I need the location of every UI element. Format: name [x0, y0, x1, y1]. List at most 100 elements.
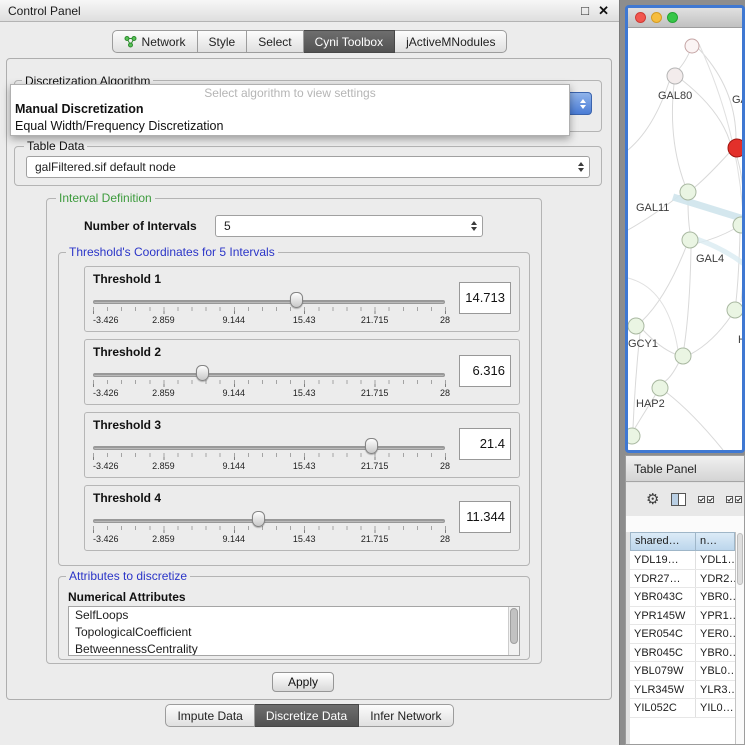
network-edge[interactable]	[673, 197, 742, 219]
slider-thumb[interactable]	[290, 292, 303, 308]
table-row[interactable]: YBR043CYBR0…	[630, 588, 735, 607]
slider-minor-ticks	[93, 380, 447, 384]
table-cell[interactable]: YDR27…	[630, 570, 696, 588]
tab-jactivemnodules[interactable]: jActiveMNodules	[395, 30, 507, 53]
column-header-shared-name[interactable]: shared…	[630, 532, 696, 551]
table-cell[interactable]: YBL0…	[696, 662, 735, 680]
gear-icon[interactable]: ⚙	[646, 492, 659, 507]
network-node[interactable]	[727, 302, 742, 318]
network-node[interactable]	[728, 139, 742, 157]
table-row[interactable]: YDL19…YDL1…	[630, 551, 735, 570]
tab-discretize-data[interactable]: Discretize Data	[255, 704, 359, 727]
table-scrollbar[interactable]	[735, 532, 744, 744]
dropdown-option-equal-width-frequency[interactable]: Equal Width/Frequency Discretization	[11, 118, 569, 135]
float-window-icon[interactable]: □	[581, 3, 589, 18]
scrollbar-thumb[interactable]	[737, 533, 743, 585]
network-edge[interactable]	[698, 48, 736, 139]
tab-select[interactable]: Select	[247, 30, 303, 53]
network-edge[interactable]	[664, 362, 679, 382]
network-node[interactable]	[667, 68, 683, 84]
table-cell[interactable]: YLR345W	[630, 681, 696, 699]
table-cell[interactable]: YDR2…	[696, 570, 735, 588]
attribute-list-item[interactable]: TopologicalCoefficient	[69, 624, 519, 641]
tab-infer-network[interactable]: Infer Network	[359, 704, 453, 727]
table-panel-spacer	[626, 516, 744, 532]
network-node[interactable]	[682, 232, 698, 248]
number-of-intervals-combobox[interactable]: 5	[215, 215, 483, 237]
network-node[interactable]	[680, 184, 696, 200]
slider-thumb[interactable]	[196, 365, 209, 381]
threshold-4-panel: Threshold 4 -3.4262.8599.14415.4321.7152…	[84, 485, 520, 551]
scrollbar-thumb[interactable]	[510, 608, 518, 644]
table-cell[interactable]: YLR3…	[696, 681, 735, 699]
zoom-traffic-light-icon[interactable]	[667, 12, 678, 23]
network-edge[interactable]	[695, 153, 729, 187]
table-cell[interactable]: YBL079W	[630, 662, 696, 680]
table-cell[interactable]: YBR043C	[630, 588, 696, 606]
table-cell[interactable]: YIL0…	[696, 699, 735, 717]
apply-button[interactable]: Apply	[272, 672, 334, 692]
table-row[interactable]: YLR345WYLR3…	[630, 681, 735, 700]
table-cell[interactable]: YBR045C	[630, 644, 696, 662]
attribute-list-item[interactable]: BetweennessCentrality	[69, 641, 519, 656]
tick-label: -3.426	[93, 461, 119, 471]
table-row[interactable]: YER054CYER0…	[630, 625, 735, 644]
node-attribute-table: shared… n… YDL19…YDL1…YDR27…YDR2…YBR043C…	[630, 532, 735, 744]
threshold-value-field[interactable]: 14.713	[459, 282, 511, 314]
close-icon[interactable]: ✕	[598, 3, 609, 19]
network-node[interactable]	[685, 39, 699, 53]
table-cell[interactable]: YDL19…	[630, 551, 696, 569]
table-cell[interactable]: YIL052C	[630, 699, 696, 717]
table-row[interactable]: YBL079WYBL0…	[630, 662, 735, 681]
network-edge[interactable]	[691, 316, 731, 354]
table-row[interactable]: YIL052CYIL0…	[630, 699, 735, 718]
attribute-list-item[interactable]: SelfLoops	[69, 607, 519, 624]
table-cell[interactable]: YBR0…	[696, 644, 735, 662]
select-rows-icon[interactable]	[726, 493, 742, 506]
network-node[interactable]	[628, 428, 640, 444]
network-edge[interactable]	[684, 248, 691, 348]
tab-cyni-toolbox[interactable]: Cyni Toolbox	[304, 30, 395, 53]
numerical-attributes-list[interactable]: SelfLoopsTopologicalCoefficientBetweenne…	[68, 606, 520, 656]
column-header-name[interactable]: n…	[696, 532, 735, 551]
table-data-combobox[interactable]: galFiltered.sif default node	[26, 156, 590, 178]
table-cell[interactable]: YBR0…	[696, 588, 735, 606]
network-edge[interactable]	[666, 392, 723, 450]
network-node[interactable]	[652, 380, 668, 396]
slider-track[interactable]	[93, 446, 445, 450]
attributes-scrollbar[interactable]	[508, 607, 519, 655]
slider-track[interactable]	[93, 300, 445, 304]
dropdown-option-manual-discretization[interactable]: Manual Discretization	[11, 101, 569, 118]
network-edge[interactable]	[736, 233, 740, 302]
tab-impute-data[interactable]: Impute Data	[165, 704, 254, 727]
table-row[interactable]: YBR045CYBR0…	[630, 644, 735, 663]
threshold-value-field[interactable]: 11.344	[459, 501, 511, 533]
network-node[interactable]	[675, 348, 691, 364]
table-cell[interactable]: YER0…	[696, 625, 735, 643]
slider-track[interactable]	[93, 519, 445, 523]
table-row[interactable]: YPR145WYPR1…	[630, 607, 735, 626]
slider-thumb[interactable]	[252, 511, 265, 527]
network-edge[interactable]	[642, 247, 686, 321]
minimize-traffic-light-icon[interactable]	[651, 12, 662, 23]
table-cell[interactable]: YPR1…	[696, 607, 735, 625]
slider-track[interactable]	[93, 373, 445, 377]
table-cell[interactable]: YPR145W	[630, 607, 696, 625]
tick-label: 9.144	[223, 388, 246, 398]
tab-style[interactable]: Style	[198, 30, 248, 53]
network-canvas-svg[interactable]: GAL80GAGAL11GAL4GCY1HAP2H	[628, 28, 742, 453]
slider-thumb[interactable]	[365, 438, 378, 454]
table-row[interactable]: YDR27…YDR2…	[630, 570, 735, 589]
table-cell[interactable]: YER054C	[630, 625, 696, 643]
tick-label: -3.426	[93, 388, 119, 398]
network-node[interactable]	[628, 318, 644, 334]
tab-network[interactable]: Network	[112, 30, 198, 53]
select-attributes-icon[interactable]	[698, 493, 714, 506]
close-traffic-light-icon[interactable]	[635, 12, 646, 23]
threshold-value-field[interactable]: 21.4	[459, 428, 511, 460]
table-cell[interactable]: YDL1…	[696, 551, 735, 569]
threshold-value-field[interactable]: 6.316	[459, 355, 511, 387]
threshold-3-panel: Threshold 3 -3.4262.8599.14415.4321.7152…	[84, 412, 520, 478]
show-columns-icon[interactable]	[671, 493, 686, 506]
network-canvas[interactable]: GAL80GAGAL11GAL4GCY1HAP2H	[628, 28, 742, 450]
